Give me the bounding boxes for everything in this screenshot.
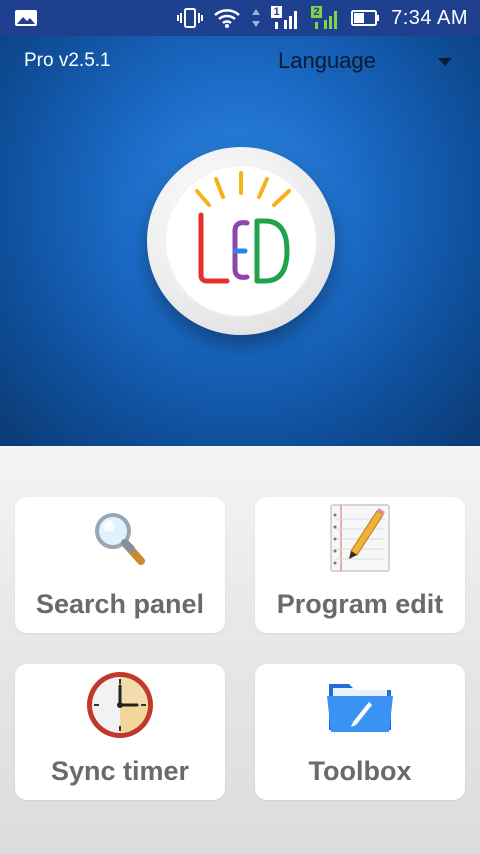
- folder-icon: [325, 670, 395, 740]
- program-edit-label: Program edit: [276, 589, 444, 619]
- program-edit-button[interactable]: Program edit: [255, 497, 465, 633]
- signal-sim1-icon: 1: [271, 6, 301, 30]
- wifi-icon: [214, 9, 240, 28]
- image-icon: [14, 8, 38, 28]
- notepad-pencil-icon: [325, 503, 395, 573]
- led-logo: [147, 147, 335, 335]
- clock-icon: [85, 670, 155, 740]
- led-logo-face: [165, 165, 317, 317]
- search-panel-button[interactable]: Search panel: [15, 497, 225, 633]
- chevron-down-icon[interactable]: [438, 58, 452, 66]
- version-label: Pro v2.5.1: [24, 50, 111, 71]
- status-icons: 1 2 7:34 AM: [177, 6, 468, 30]
- sync-timer-button[interactable]: Sync timer: [15, 664, 225, 800]
- vibrate-icon: [177, 8, 204, 28]
- signal-sim2-icon: 2: [311, 6, 341, 30]
- hero-header: Pro v2.5.1 Language: [0, 36, 480, 446]
- clock-time: 7:34 AM: [391, 6, 468, 29]
- toolbox-button[interactable]: Toolbox: [255, 664, 465, 800]
- status-bar: 1 2 7:34 AM: [0, 0, 480, 36]
- search-panel-label: Search panel: [35, 589, 205, 619]
- battery-icon: [351, 10, 380, 26]
- language-dropdown[interactable]: Language: [278, 48, 376, 74]
- sync-timer-label: Sync timer: [50, 756, 190, 786]
- data-arrows-icon: [252, 9, 261, 27]
- toolbox-label: Toolbox: [308, 756, 412, 786]
- main-menu: Search panel Program edit Sync timer Too…: [0, 446, 480, 854]
- magnifier-icon: [85, 503, 155, 573]
